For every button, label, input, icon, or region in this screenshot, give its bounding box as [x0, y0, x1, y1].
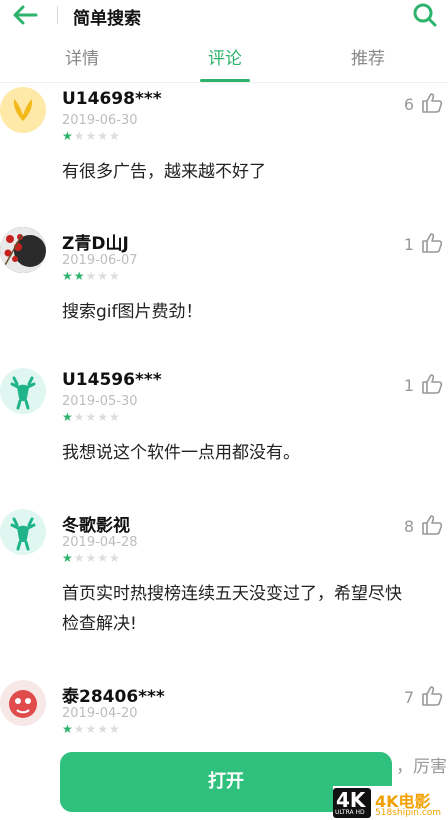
comment-text: 首页实时热搜榜连续五天没变过了，希望尽快 检查解决!	[62, 584, 402, 634]
avatar[interactable]	[0, 87, 46, 133]
star-rating: ★★★★★	[62, 269, 121, 283]
star-icon: ★★★	[85, 269, 121, 283]
comment-item: U14596*** 2019-05-30 ★★★★★ 1 我想说这个软件一点用都…	[0, 366, 448, 486]
header-divider	[57, 6, 58, 24]
comment-username: U14698***	[62, 89, 162, 109]
comment-item: 冬歌影视 2019-04-28 ★★★★★ 8 首页实时热搜榜连续五天没变过了，…	[0, 507, 448, 667]
star-icon: ★★★★	[73, 129, 121, 143]
partial-comment-text: ，厉害	[396, 757, 447, 777]
comment-date: 2019-05-30	[62, 394, 138, 409]
star-icon: ★	[62, 410, 74, 424]
like-count: 6	[403, 95, 414, 114]
watermark-url: 518shipin.com	[375, 808, 442, 818]
comment-text: 搜索gif图片费劲！	[62, 302, 203, 322]
flower-photo-icon	[0, 227, 46, 273]
avatar[interactable]	[0, 680, 46, 726]
comment-username: Z青D山J	[62, 234, 129, 254]
deer-logo-icon	[10, 376, 36, 410]
avatar[interactable]	[0, 227, 46, 273]
like-count: 8	[403, 517, 414, 536]
star-rating: ★★★★★	[62, 551, 121, 565]
star-icon: ★★★★	[73, 410, 121, 424]
cartoon-avatar-icon	[9, 690, 37, 718]
tab-comments[interactable]: 评论	[185, 44, 265, 69]
watermark-badge: 4K ULTRA HD	[333, 788, 371, 818]
star-icon: ★★	[62, 269, 86, 283]
star-icon: ★★★★	[73, 551, 121, 565]
star-icon: ★	[62, 722, 74, 736]
tabs-divider	[0, 82, 448, 83]
star-rating: ★★★★★	[62, 410, 121, 424]
comment-username: U14596***	[62, 370, 162, 390]
tab-bar: 详情 评论 推荐	[0, 36, 448, 82]
arrow-left-icon[interactable]	[10, 2, 40, 28]
tab-recommend[interactable]: 推荐	[328, 44, 408, 69]
comment-item: U14698*** 2019-06-30 ★★★★★ 6 有很多广告，越来越不好…	[0, 85, 448, 205]
tab-details[interactable]: 详情	[42, 44, 122, 69]
avatar[interactable]	[0, 368, 46, 414]
thumbs-up-icon[interactable]	[420, 231, 444, 255]
top-app-bar: 简单搜索	[0, 0, 448, 32]
comment-date: 2019-04-20	[62, 706, 138, 721]
comment-username: 冬歌影视	[62, 516, 130, 536]
like-count: 7	[403, 688, 414, 707]
comment-item: 泰28406*** 2019-04-20 ★★★★★ 7	[0, 678, 448, 738]
comment-username: 泰28406***	[62, 687, 165, 707]
like-count: 1	[403, 235, 414, 254]
thumbs-up-icon[interactable]	[420, 372, 444, 396]
star-icon: ★	[62, 129, 74, 143]
watermark: 4K ULTRA HD 4K电影 518shipin.com	[333, 786, 448, 820]
watermark-badge-sub: ULTRA HD	[335, 809, 365, 816]
star-icon: ★	[62, 551, 74, 565]
wheat-logo-icon	[13, 99, 33, 121]
comment-date: 2019-04-28	[62, 535, 138, 550]
comment-date: 2019-06-07	[62, 253, 138, 268]
thumbs-up-icon[interactable]	[420, 513, 444, 537]
comment-text: 有很多广告，越来越不好了	[62, 162, 266, 182]
page-title: 简单搜索	[73, 9, 141, 29]
comment-item: Z青D山J 2019-06-07 ★★★★★ 1 搜索gif图片费劲！	[0, 225, 448, 345]
star-rating: ★★★★★	[62, 129, 121, 143]
deer-logo-icon	[10, 517, 36, 551]
like-count: 1	[403, 376, 414, 395]
search-icon[interactable]	[412, 2, 438, 28]
comment-date: 2019-06-30	[62, 113, 138, 128]
comment-text: 我想说这个软件一点用都没有。	[62, 443, 300, 463]
thumbs-up-icon[interactable]	[420, 91, 444, 115]
thumbs-up-icon[interactable]	[420, 684, 444, 708]
star-icon: ★★★★	[73, 722, 121, 736]
star-rating: ★★★★★	[62, 722, 121, 736]
avatar[interactable]	[0, 509, 46, 555]
